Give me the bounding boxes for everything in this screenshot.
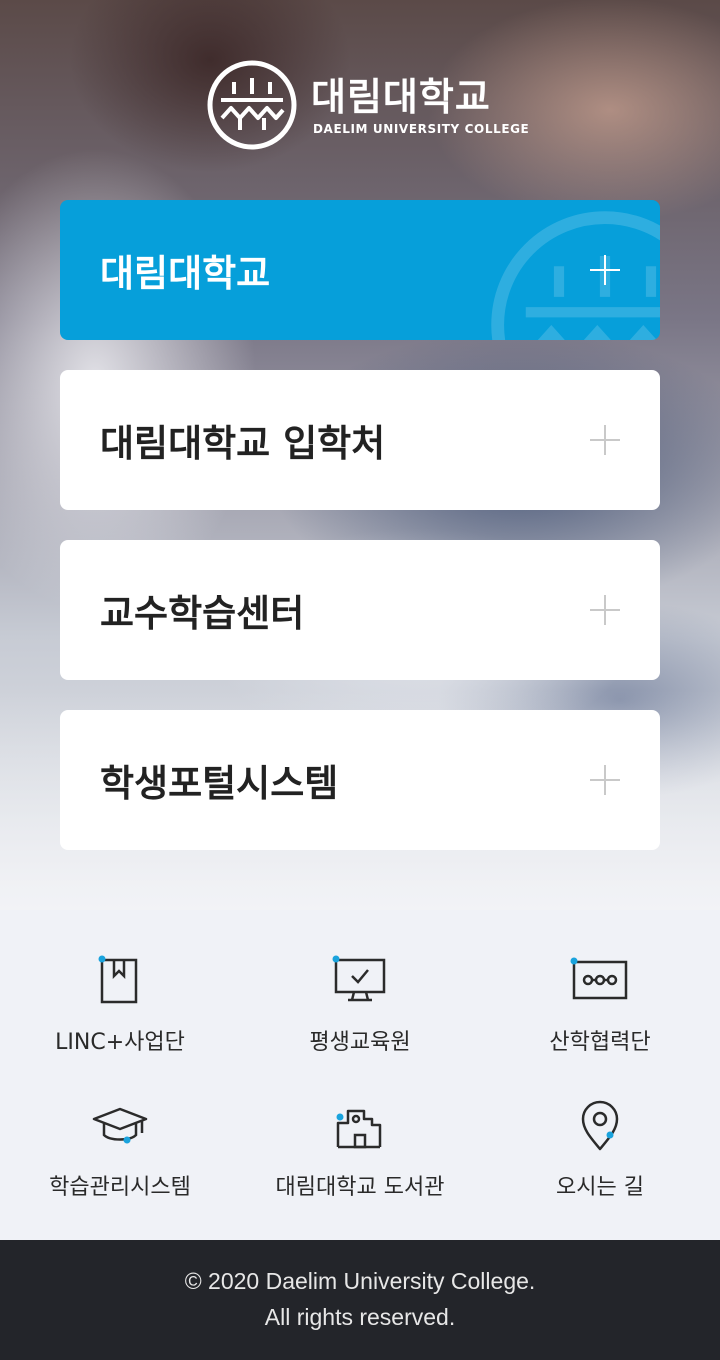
quick-link-lms[interactable]: 학습관리시스템: [0, 1055, 240, 1200]
quick-link-label: 평생교육원: [309, 1030, 411, 1055]
university-emblem-icon: [207, 60, 297, 150]
quick-link-directions[interactable]: 오시는 길: [480, 1055, 720, 1200]
quick-link-linc[interactable]: LINC+사업단: [0, 910, 240, 1055]
logo-korean-name: 대림대학교: [311, 75, 491, 119]
menu-card-label: 대림대학교: [100, 252, 271, 295]
graduation-cap-icon: [92, 1107, 148, 1144]
menu-card-admissions[interactable]: 대림대학교 입학처: [60, 370, 660, 510]
bookmark-book-icon: [98, 955, 138, 1004]
emblem-watermark-icon: [491, 211, 660, 340]
library-building-icon: [336, 1109, 382, 1149]
menu-card-daelim-university[interactable]: 대림대학교: [60, 200, 660, 340]
network-card-icon: [570, 957, 628, 1000]
quick-link-label: 대림대학교 도서관: [275, 1175, 445, 1200]
quick-link-label: 오시는 길: [556, 1175, 644, 1200]
menu-card-label: 학생포털시스템: [100, 762, 339, 805]
plus-icon[interactable]: [590, 765, 620, 795]
menu-card-label: 교수학습센터: [100, 592, 305, 635]
quick-link-label: 산학협력단: [549, 1030, 651, 1055]
menu-card-teaching-learning-center[interactable]: 교수학습센터: [60, 540, 660, 680]
quick-link-industry-cooperation[interactable]: 산학협력단: [480, 910, 720, 1055]
footer: © 2020 Daelim University College. All ri…: [0, 1240, 720, 1360]
quick-link-label: LINC+사업단: [55, 1030, 185, 1055]
monitor-check-icon: [332, 955, 386, 1002]
plus-icon[interactable]: [590, 595, 620, 625]
plus-icon[interactable]: [590, 255, 620, 285]
university-logo[interactable]: 대림대학교 DAELIM UNIVERSITY COLLEGE: [207, 60, 530, 150]
logo-english-name: DAELIM UNIVERSITY COLLEGE: [313, 122, 530, 136]
quick-link-lifelong-education[interactable]: 평생교육원: [240, 910, 480, 1055]
plus-icon[interactable]: [590, 425, 620, 455]
quick-link-library[interactable]: 대림대학교 도서관: [240, 1055, 480, 1200]
footer-copyright: © 2020 Daelim University College.: [184, 1268, 536, 1294]
page: 대림대학교 DAELIM UNIVERSITY COLLEGE 대림대학교 대림…: [0, 0, 720, 1360]
map-pin-icon: [581, 1100, 619, 1151]
menu-card-label: 대림대학교 입학처: [100, 422, 386, 465]
menu-card-student-portal[interactable]: 학생포털시스템: [60, 710, 660, 850]
quick-links: LINC+사업단 평생교육원 산학협력단 학습관리시스템 대림대학교 도서관 오…: [0, 910, 720, 1240]
quick-link-label: 학습관리시스템: [49, 1175, 191, 1200]
footer-rights: All rights reserved.: [264, 1304, 456, 1330]
